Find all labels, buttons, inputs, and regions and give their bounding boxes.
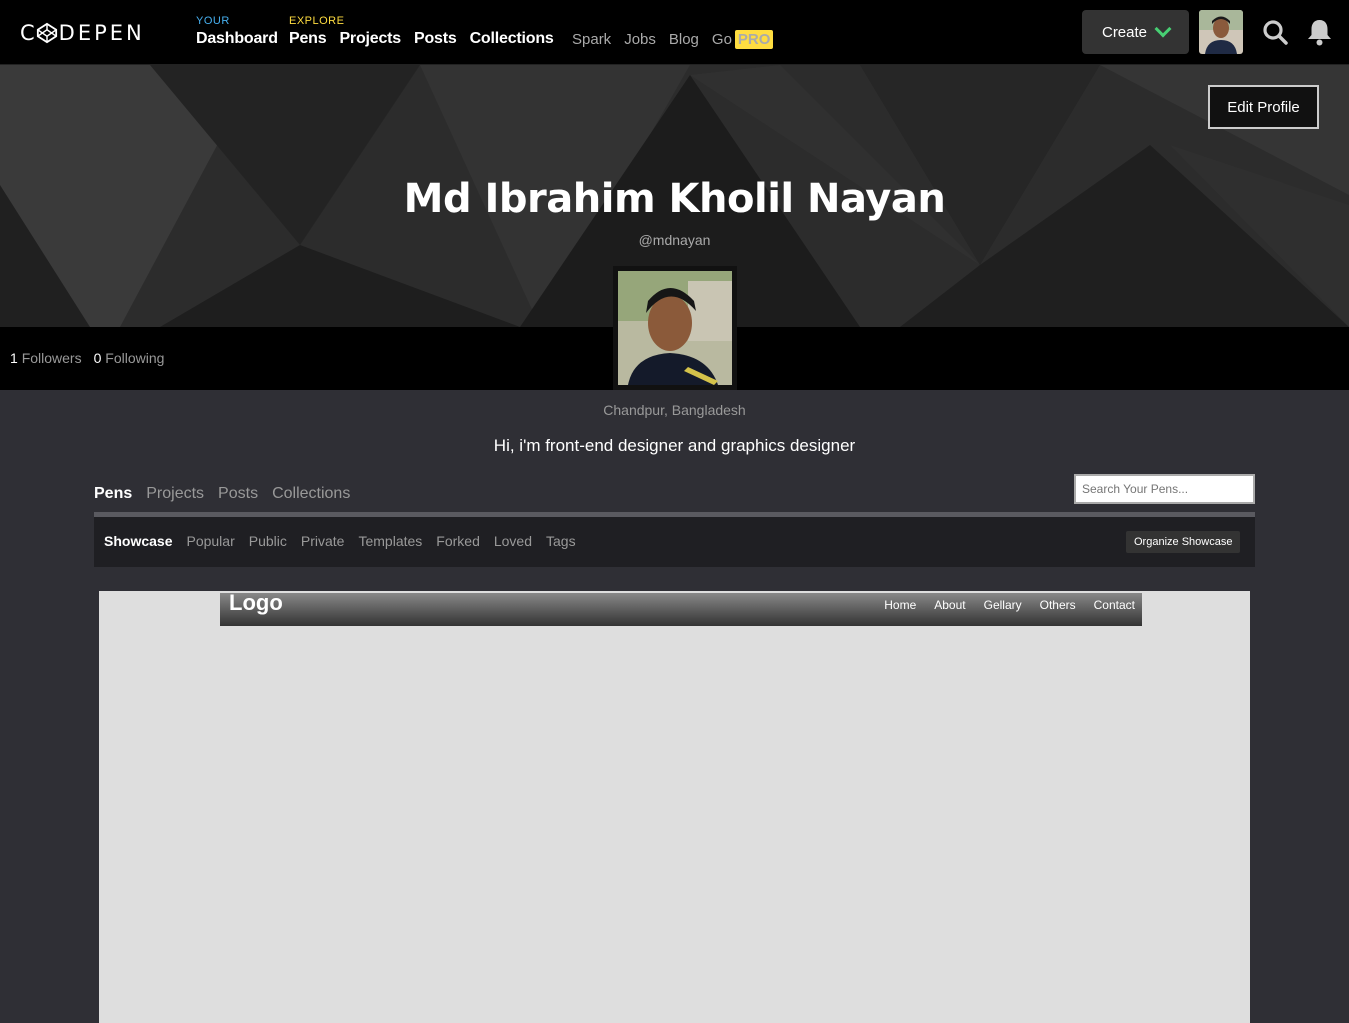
following-label: Following bbox=[105, 350, 165, 366]
nav-pens[interactable]: Pens bbox=[289, 30, 327, 48]
nav-posts[interactable]: Posts bbox=[414, 30, 457, 48]
profile-location: Chandpur, Bangladesh bbox=[603, 402, 746, 418]
explore-nav-group: EXPLORE Pens Projects Posts Collections bbox=[289, 14, 554, 48]
followers-link[interactable]: 1 Followers bbox=[10, 350, 82, 366]
subnav-forked[interactable]: Forked bbox=[436, 533, 480, 549]
your-eyebrow: YOUR bbox=[196, 15, 230, 27]
tab-projects[interactable]: Projects bbox=[146, 485, 204, 503]
edit-profile-button[interactable]: Edit Profile bbox=[1208, 85, 1319, 129]
subnav-showcase[interactable]: Showcase bbox=[104, 533, 172, 549]
top-navbar: C DEPEN YOUR Dashboard EXPLORE Pens Proj… bbox=[0, 0, 1349, 65]
create-label: Create bbox=[1101, 23, 1148, 41]
subnav-private[interactable]: Private bbox=[301, 533, 345, 549]
following-count: 0 bbox=[93, 350, 102, 366]
search-pens-input[interactable] bbox=[1074, 474, 1255, 504]
explore-eyebrow: EXPLORE bbox=[289, 15, 345, 27]
followers-label: Followers bbox=[21, 350, 82, 366]
your-nav-group: YOUR Dashboard bbox=[196, 14, 278, 48]
preview-nav-gellary: Gellary bbox=[983, 598, 1022, 612]
logo-wordmark: DEPEN bbox=[58, 21, 145, 45]
organize-showcase-button[interactable]: Organize Showcase bbox=[1126, 531, 1241, 553]
secondary-nav: Spark Jobs Blog Go PRO bbox=[572, 30, 774, 49]
following-link[interactable]: 0 Following bbox=[94, 350, 165, 366]
nav-projects[interactable]: Projects bbox=[339, 30, 401, 48]
user-avatar[interactable] bbox=[1199, 10, 1243, 54]
nav-jobs[interactable]: Jobs bbox=[624, 31, 656, 48]
logo-letter-c: C bbox=[20, 21, 35, 45]
search-icon[interactable] bbox=[1262, 19, 1288, 45]
preview-nav-home: Home bbox=[884, 598, 917, 612]
bell-icon[interactable] bbox=[1306, 18, 1333, 46]
subnav-loved[interactable]: Loved bbox=[494, 533, 532, 549]
profile-handle: @mdnayan bbox=[638, 232, 711, 248]
subnav-public[interactable]: Public bbox=[249, 533, 287, 549]
subnav-templates[interactable]: Templates bbox=[358, 533, 422, 549]
subnav-popular[interactable]: Popular bbox=[186, 533, 234, 549]
codepen-cube-icon bbox=[36, 22, 57, 44]
create-button[interactable]: Create bbox=[1082, 10, 1189, 54]
pen-preview[interactable]: Logo Home About Gellary Others Contact bbox=[99, 591, 1250, 1023]
subnav-tags[interactable]: Tags bbox=[546, 533, 576, 549]
follow-stats: 1 Followers 0 Following bbox=[10, 350, 164, 366]
tab-posts[interactable]: Posts bbox=[218, 485, 258, 503]
profile-tabs: Pens Projects Posts Collections bbox=[94, 485, 350, 503]
chevron-down-icon bbox=[1154, 20, 1172, 38]
nav-blog[interactable]: Blog bbox=[669, 31, 699, 48]
preview-logo: Logo bbox=[229, 591, 283, 615]
preview-nav-about: About bbox=[934, 598, 966, 612]
nav-go: Go bbox=[711, 31, 732, 48]
avatar-photo bbox=[1199, 10, 1243, 54]
profile-photo bbox=[613, 266, 737, 390]
codepen-logo[interactable]: C DEPEN bbox=[20, 21, 145, 45]
tab-collections[interactable]: Collections bbox=[272, 485, 350, 503]
tab-pens[interactable]: Pens bbox=[94, 485, 132, 503]
nav-collections[interactable]: Collections bbox=[470, 30, 554, 48]
nav-go-pro[interactable]: Go PRO bbox=[711, 30, 774, 49]
preview-nav-contact: Contact bbox=[1093, 598, 1135, 612]
profile-photo-image bbox=[618, 271, 732, 385]
pro-badge: PRO bbox=[734, 30, 774, 49]
nav-spark[interactable]: Spark bbox=[572, 31, 611, 48]
preview-header: Logo Home About Gellary Others Contact bbox=[220, 591, 1142, 626]
preview-nav: Home About Gellary Others Contact bbox=[884, 598, 1135, 612]
followers-count: 1 bbox=[10, 350, 18, 366]
profile-bio: Hi, i'm front-end designer and graphics … bbox=[493, 436, 856, 455]
preview-nav-others: Others bbox=[1039, 598, 1076, 612]
pens-subnav: Showcase Popular Public Private Template… bbox=[94, 517, 1255, 567]
profile-name: Md Ibrahim Kholil Nayan bbox=[403, 176, 946, 222]
nav-dashboard[interactable]: Dashboard bbox=[196, 30, 278, 48]
